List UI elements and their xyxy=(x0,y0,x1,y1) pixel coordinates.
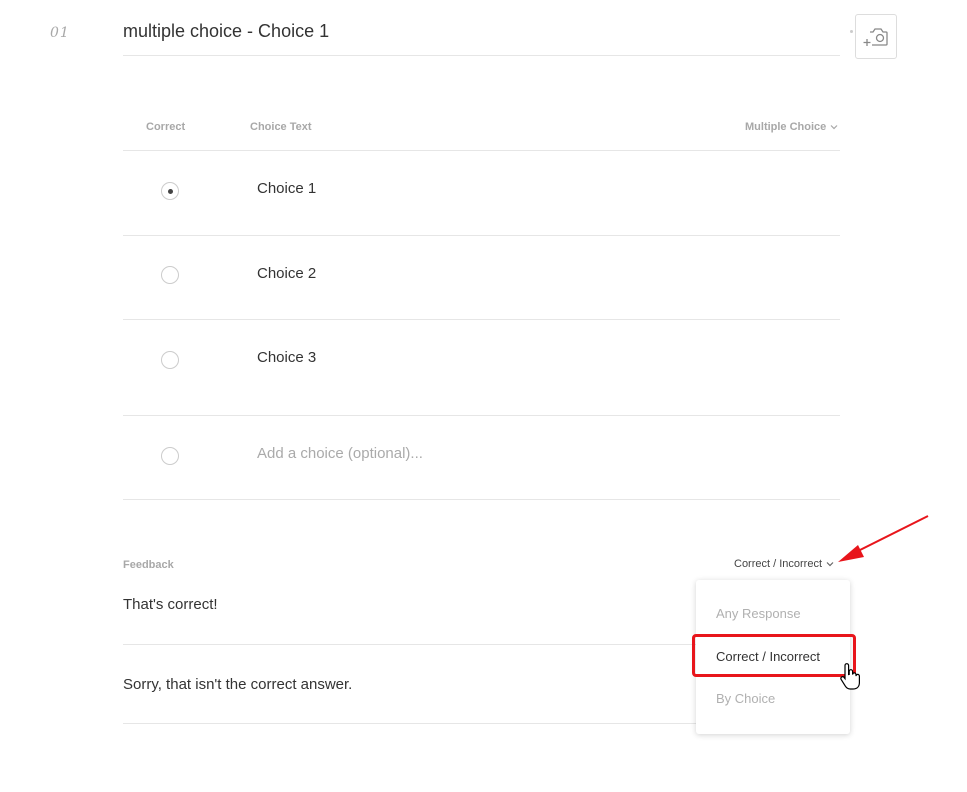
camera-icon xyxy=(863,27,888,46)
question-type-label: Multiple Choice xyxy=(745,121,827,133)
add-choice-input[interactable]: Add a choice (optional)... xyxy=(257,445,423,462)
question-editor: 01 multiple choice - Choice 1 Correct Ch… xyxy=(0,0,967,792)
add-image-button[interactable] xyxy=(855,14,897,59)
choice-text[interactable]: Choice 1 xyxy=(257,180,316,197)
choice-row: Choice 1 xyxy=(123,151,840,236)
choice-text[interactable]: Choice 2 xyxy=(257,265,316,282)
menu-item-any-response[interactable]: Any Response xyxy=(716,606,801,621)
feedback-mode-dropdown[interactable]: Correct / Incorrect xyxy=(734,558,834,570)
question-number: 01 xyxy=(50,25,70,41)
correct-radio[interactable] xyxy=(161,266,179,284)
highlight-box xyxy=(692,634,856,677)
chevron-down-icon xyxy=(830,125,838,130)
menu-item-by-choice[interactable]: By Choice xyxy=(716,691,775,706)
red-arrow-icon xyxy=(838,515,929,562)
choice-text[interactable]: Choice 3 xyxy=(257,349,316,366)
feedback-correct-text[interactable]: That's correct! xyxy=(123,596,218,613)
question-type-dropdown[interactable]: Multiple Choice xyxy=(745,121,838,133)
column-header-choice-text: Choice Text xyxy=(250,121,312,133)
feedback-incorrect-text[interactable]: Sorry, that isn't the correct answer. xyxy=(123,676,352,693)
correct-radio[interactable] xyxy=(161,447,179,465)
choice-row: Choice 2 xyxy=(123,236,840,320)
hand-cursor-icon xyxy=(840,663,860,690)
question-title-input[interactable]: multiple choice - Choice 1 xyxy=(123,21,840,56)
choice-row: Choice 3 xyxy=(123,320,840,416)
column-header-correct: Correct xyxy=(146,121,186,133)
correct-radio[interactable] xyxy=(161,351,179,369)
feedback-mode-label: Correct / Incorrect xyxy=(734,558,823,570)
feedback-label: Feedback xyxy=(123,559,174,571)
correct-radio[interactable] xyxy=(161,182,179,200)
add-choice-row: Add a choice (optional)... xyxy=(123,416,840,500)
title-dot xyxy=(850,30,853,33)
